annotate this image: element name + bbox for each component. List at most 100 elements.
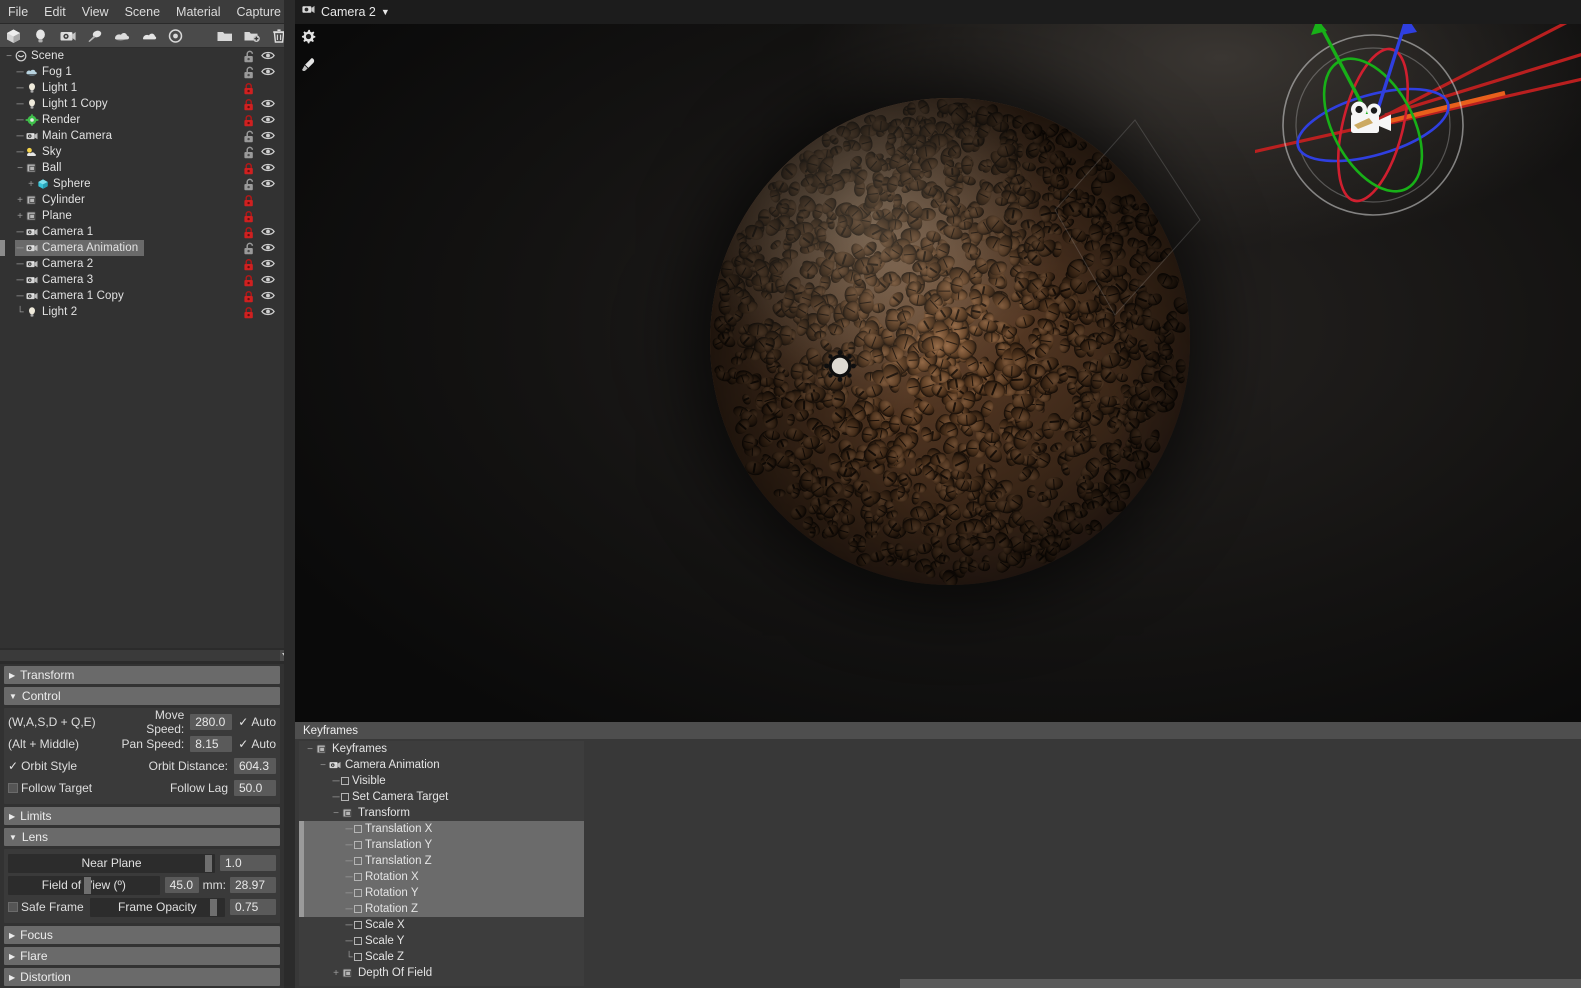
visibility-eye-icon[interactable] — [261, 258, 275, 271]
scene-tree[interactable]: − Scene ─ Fog 1 ─ Light 1 ─ Light 1 Copy… — [0, 48, 284, 648]
move-auto-checkbox[interactable]: ✓ Auto — [238, 715, 276, 729]
scrollbar-thumb[interactable] — [900, 979, 1581, 988]
keyframe-channel-checkbox[interactable] — [341, 777, 349, 785]
safe-frame-checkbox[interactable]: Safe Frame — [8, 900, 84, 914]
keyframe-tree-item-keyframes[interactable]: − Keyframes — [299, 741, 584, 757]
fov-input[interactable]: 45.0 — [164, 877, 199, 893]
visibility-eye-icon[interactable] — [261, 194, 274, 207]
lock-open-icon[interactable] — [242, 146, 255, 159]
keyframes-tree[interactable]: − Keyframes − Camera Animation ─ Visible ─ Se… — [299, 741, 584, 986]
scene-tree-item-camera-1-copy[interactable]: ─ Camera 1 Copy — [0, 288, 284, 304]
keyframe-tree-item-visible[interactable]: ─ Visible — [299, 773, 584, 789]
viewport-3d[interactable]: Camera 2 ▼ — [295, 0, 1581, 722]
section-transform[interactable]: ▶ Transform — [4, 666, 280, 684]
tree-toggle-plus-icon[interactable]: + — [15, 211, 25, 222]
keyframe-tree-item-transform[interactable]: − Transform — [299, 805, 584, 821]
lock-open-icon[interactable] — [242, 178, 255, 191]
lock-closed-icon[interactable] — [242, 194, 255, 207]
lock-closed-icon[interactable] — [242, 162, 255, 175]
follow-lag-input[interactable]: 50.0 — [234, 780, 276, 796]
add-pin-icon[interactable] — [81, 25, 108, 47]
frame-opacity-input[interactable]: 0.75 — [230, 899, 276, 915]
section-limits[interactable]: ▶ Limits — [4, 807, 280, 825]
lock-closed-icon[interactable] — [242, 306, 255, 319]
tree-toggle-dash-icon[interactable]: ─ — [331, 776, 341, 787]
fov-slider[interactable]: Field of View (º) — [8, 875, 160, 895]
tree-toggle-dash-icon[interactable]: ─ — [15, 83, 25, 94]
menu-view[interactable]: View — [74, 3, 117, 21]
tree-toggle-dash-icon[interactable]: ─ — [344, 856, 354, 867]
visibility-eye-icon[interactable] — [261, 242, 275, 255]
keyframe-tree-item-depth-of-field[interactable]: + Depth Of Field — [299, 965, 584, 981]
menu-scene[interactable]: Scene — [117, 3, 168, 21]
near-plane-input[interactable]: 1.0 — [220, 855, 276, 871]
scene-tree-item-camera-1[interactable]: ─ Camera 1 — [0, 224, 284, 240]
lock-closed-icon[interactable] — [242, 274, 255, 287]
section-flare[interactable]: ▶ Flare — [4, 947, 280, 965]
add-camera-icon[interactable] — [54, 25, 81, 47]
settings-gear-icon[interactable] — [298, 26, 318, 46]
visibility-eye-icon[interactable] — [261, 114, 275, 127]
lock-closed-icon[interactable] — [242, 98, 255, 111]
tree-toggle-dash-icon[interactable]: ─ — [15, 275, 25, 286]
scene-tree-item-ball[interactable]: − Ball — [0, 160, 284, 176]
orbit-style-checkbox[interactable]: ✓ Orbit Style — [8, 759, 77, 773]
menu-capture[interactable]: Capture — [229, 3, 289, 21]
add-cloud-icon[interactable] — [135, 25, 162, 47]
keyframe-channel-checkbox[interactable] — [354, 937, 362, 945]
tree-toggle-minus-icon[interactable]: − — [15, 163, 25, 174]
light-gizmo[interactable] — [822, 348, 858, 384]
lock-closed-icon[interactable] — [242, 82, 255, 95]
visibility-eye-icon[interactable] — [261, 290, 275, 303]
tree-toggle-dash-icon[interactable]: ─ — [15, 99, 25, 110]
add-cube-icon[interactable] — [0, 25, 27, 47]
tree-toggle-dash-icon[interactable]: ─ — [344, 936, 354, 947]
lock-closed-icon[interactable] — [242, 114, 255, 127]
menu-material[interactable]: Material — [168, 3, 228, 21]
tree-toggle-dash-icon[interactable]: ─ — [15, 147, 25, 158]
tree-toggle-dash-icon[interactable]: ─ — [15, 259, 25, 270]
tree-toggle-minus-icon[interactable]: − — [331, 808, 341, 819]
keyframe-tree-item-set-camera-target[interactable]: ─ Set Camera Target — [299, 789, 584, 805]
keyframe-channel-checkbox[interactable] — [354, 873, 362, 881]
scene-tree-item-sky[interactable]: ─ Sky — [0, 144, 284, 160]
scene-tree-item-light-1[interactable]: ─ Light 1 — [0, 80, 284, 96]
visibility-eye-icon[interactable] — [261, 226, 275, 239]
visibility-eye-icon[interactable] — [261, 130, 275, 143]
keyframe-channel-checkbox[interactable] — [354, 841, 362, 849]
add-sphere-icon[interactable] — [162, 25, 189, 47]
near-plane-slider[interactable]: Near Plane — [8, 853, 215, 873]
keyframe-channel-checkbox[interactable] — [354, 825, 362, 833]
coffee-bean-sphere[interactable] — [710, 98, 1190, 585]
tree-toggle-minus-icon[interactable]: − — [318, 760, 328, 771]
scene-tree-item-camera-2[interactable]: ─ Camera 2 — [0, 256, 284, 272]
visibility-eye-icon[interactable] — [261, 210, 274, 223]
scene-tree-item-plane[interactable]: + Plane — [0, 208, 284, 224]
keyframe-channel-checkbox[interactable] — [354, 889, 362, 897]
keyframe-tree-item-translation-y[interactable]: ─ Translation Y — [299, 837, 584, 853]
camera-rotation-gizmo[interactable] — [1194, 5, 1581, 245]
keyframe-tree-item-camera-animation[interactable]: − Camera Animation — [299, 757, 584, 773]
visibility-eye-icon[interactable] — [261, 50, 275, 63]
menu-file[interactable]: File — [0, 3, 36, 21]
section-lens[interactable]: ▼ Lens — [4, 828, 280, 846]
visibility-eye-icon[interactable] — [261, 178, 275, 191]
pan-auto-checkbox[interactable]: ✓ Auto — [238, 737, 276, 751]
scene-tree-item-camera-3[interactable]: ─ Camera 3 — [0, 272, 284, 288]
slider-knob[interactable] — [83, 876, 91, 894]
paint-brush-icon[interactable] — [298, 54, 318, 74]
scene-tree-item-camera-animation[interactable]: ─ Camera Animation — [0, 240, 284, 256]
visibility-eye-icon[interactable] — [261, 66, 275, 79]
folder-icon[interactable] — [211, 25, 238, 47]
follow-target-checkbox[interactable]: Follow Target — [8, 781, 92, 795]
slider-knob[interactable] — [205, 854, 212, 872]
tree-toggle-dash-icon[interactable]: ─ — [15, 243, 25, 254]
chevron-down-icon[interactable]: ▼ — [381, 7, 390, 17]
keyframe-channel-checkbox[interactable] — [354, 857, 362, 865]
lock-closed-icon[interactable] — [242, 258, 255, 271]
slider-knob[interactable] — [210, 898, 217, 916]
lock-closed-icon[interactable] — [242, 226, 255, 239]
scene-tree-item-light-2[interactable]: └ Light 2 — [0, 304, 284, 320]
tree-toggle-dash-icon[interactable]: ─ — [15, 67, 25, 78]
tree-toggle-dash-icon[interactable]: ─ — [15, 291, 25, 302]
